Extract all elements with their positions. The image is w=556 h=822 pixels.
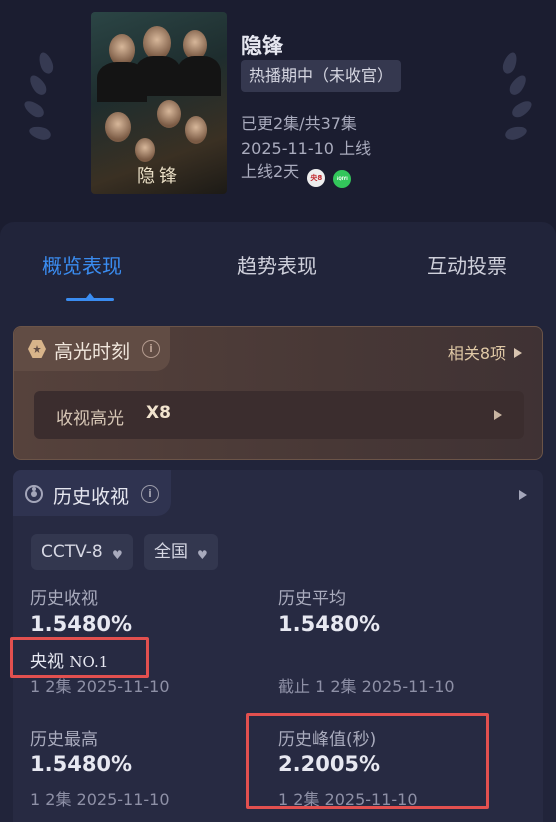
highlight-header: 高光时刻 i: [14, 327, 170, 371]
highlight-related-link[interactable]: 相关8项: [448, 340, 522, 364]
show-header: 隐锋 隐锋 热播期中（未收官） 已更2集/共37集 2025-11-10 上线 …: [0, 0, 556, 222]
history-avg-label: 历史平均: [278, 589, 346, 609]
cctv-8-icon: 央8: [307, 169, 326, 187]
tab-active-indicator: [66, 293, 114, 301]
air-date: 2025-11-10 上线: [241, 139, 372, 158]
play-arrow-icon: [494, 410, 502, 420]
hexagon-star-icon: [28, 340, 46, 358]
channel-select[interactable]: CCTV-8: [31, 534, 133, 573]
poster-title: 隐锋: [137, 166, 181, 187]
region-select-value: 全国: [154, 542, 188, 562]
days-online-row: 上线2天 央8 iQIYI: [241, 158, 352, 188]
highlight-row-label: 收视高光: [56, 409, 124, 429]
highlight-card: 高光时刻 i 相关8项 收视高光 X8: [13, 326, 543, 460]
laurel-left-icon: [21, 50, 56, 152]
history-high-label: 历史最高: [30, 730, 98, 750]
info-icon[interactable]: i: [141, 485, 159, 503]
dropdown-heart-icon: [197, 537, 208, 573]
highlight-related-label: 相关8项: [447, 344, 506, 363]
tab-vote[interactable]: 互动投票: [427, 250, 507, 279]
channel-select-value: CCTV-8: [41, 542, 103, 562]
history-title: 历史收视: [53, 486, 130, 508]
annotation-box-peak: [246, 713, 489, 809]
annotation-box-rank: [10, 637, 149, 678]
history-rating-value: 1.5480%: [30, 612, 133, 636]
iqiyi-icon: iQIYI: [333, 170, 352, 188]
highlight-row[interactable]: 收视高光 X8: [34, 391, 524, 439]
play-arrow-icon: [514, 348, 522, 358]
history-high-value: 1.5480%: [30, 752, 133, 776]
dropdown-heart-icon: [112, 537, 123, 573]
history-avg-sub: 截止 1 2集 2025-11-10: [278, 677, 455, 696]
region-select[interactable]: 全国: [144, 534, 218, 573]
history-avg-value: 1.5480%: [278, 612, 381, 636]
highlight-row-value: X8: [146, 403, 171, 423]
show-poster[interactable]: 隐锋: [91, 12, 227, 194]
info-icon[interactable]: i: [142, 340, 160, 358]
history-rating-label: 历史收视: [30, 589, 98, 609]
history-header: 历史收视 i: [13, 470, 171, 516]
tab-overview[interactable]: 概览表现: [42, 250, 122, 279]
play-arrow-icon[interactable]: [519, 490, 527, 500]
tab-trend[interactable]: 趋势表现: [237, 250, 317, 279]
days-online: 上线2天: [241, 162, 300, 181]
history-high-sub: 1 2集 2025-11-10: [30, 790, 170, 809]
episode-count: 已更2集/共37集: [241, 114, 357, 133]
highlight-title: 高光时刻: [54, 341, 131, 363]
show-title: 隐锋: [241, 34, 283, 58]
laurel-right-icon: [500, 50, 535, 152]
film-reel-icon: [25, 485, 43, 503]
status-badge: 热播期中（未收官）: [241, 60, 402, 92]
